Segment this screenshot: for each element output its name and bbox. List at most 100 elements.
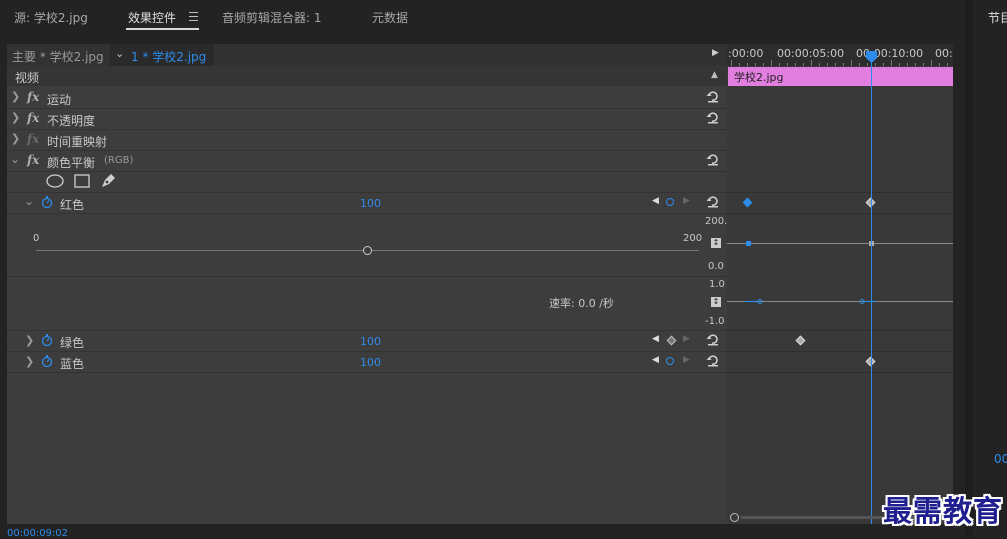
effect-name-opacity: 不透明度	[47, 114, 96, 128]
ruler-tick	[811, 60, 812, 66]
prev-keyframe-icon[interactable]: ◀	[652, 334, 659, 344]
time-ruler[interactable]: :00:00 00:00:05:00 00:00:10:00 00:	[727, 44, 953, 66]
ruler-tick	[851, 60, 852, 66]
reset-icon[interactable]	[706, 355, 720, 367]
chevron-right-icon[interactable]: ❯	[25, 334, 34, 347]
chevron-right-icon[interactable]: ❯	[11, 132, 20, 145]
clip-selector[interactable]: ⌄ 1 * 学校2.jpg	[110, 44, 214, 66]
tab-source[interactable]: 源: 学校2.jpg	[14, 9, 88, 26]
row-divider	[727, 351, 953, 352]
next-keyframe-icon[interactable]: ▶	[683, 196, 690, 206]
collapse-arrow-icon[interactable]: ▲	[711, 70, 718, 80]
chevron-right-icon[interactable]: ❯	[25, 355, 34, 368]
tab-program[interactable]: 节目	[988, 9, 1007, 26]
reset-icon[interactable]	[706, 196, 720, 208]
reset-icon[interactable]	[706, 334, 720, 346]
ruler-tick	[923, 63, 924, 66]
ruler-tick	[779, 63, 780, 66]
graph-fit-button[interactable]: ↕	[711, 297, 721, 307]
effect-list-area: 主要 * 学校2.jpg ⌄ 1 * 学校2.jpg ▶ 视频 ▲ ❯ fx 运…	[7, 44, 734, 524]
keyframe-red-start[interactable]	[742, 197, 753, 208]
chevron-down-icon[interactable]: ⌄	[10, 152, 20, 166]
stopwatch-icon[interactable]	[41, 334, 53, 346]
effect-name-color-balance: 颜色平衡	[47, 156, 96, 170]
ruler-tick	[915, 63, 916, 66]
row-divider	[7, 213, 727, 214]
ruler-tick	[891, 60, 892, 66]
next-keyframe-icon[interactable]: ▶	[683, 334, 690, 344]
ruler-tick	[939, 63, 940, 66]
ruler-tick	[835, 63, 836, 66]
param-row-red[interactable]: ⌄ 红色 100 ◀ ▶	[7, 192, 727, 213]
value-graph-line[interactable]	[727, 243, 953, 244]
prev-keyframe-icon[interactable]: ◀	[652, 355, 659, 365]
row-divider	[7, 276, 727, 277]
ellipse-mask-icon[interactable]	[46, 174, 64, 188]
master-clip-label[interactable]: 主要 * 学校2.jpg	[12, 48, 104, 65]
velocity-handle[interactable]	[745, 298, 765, 305]
param-value-red[interactable]: 100	[360, 197, 381, 210]
ruler-label: 00:	[935, 47, 953, 60]
ruler-label: :00:00	[728, 47, 764, 60]
effect-row-opacity[interactable]: ❯ fx 不透明度	[7, 108, 727, 129]
value-graph-point[interactable]	[746, 241, 751, 246]
stopwatch-icon[interactable]	[41, 196, 53, 208]
param-row-green[interactable]: ❯ 绿色 100 ◀ ▶	[7, 330, 727, 351]
reset-icon[interactable]	[706, 91, 720, 103]
effect-row-motion[interactable]: ❯ fx 运动	[7, 87, 727, 108]
rectangle-mask-icon[interactable]	[74, 174, 90, 188]
effect-row-time-remap[interactable]: ❯ fx 时间重映射	[7, 129, 727, 150]
chevron-right-icon[interactable]: ❯	[11, 111, 20, 124]
add-keyframe-icon[interactable]	[666, 198, 674, 206]
panel-menu-icon[interactable]	[189, 12, 198, 21]
current-timecode[interactable]: 00:00:09:02	[7, 528, 68, 539]
play-triangle-icon[interactable]: ▶	[712, 48, 719, 58]
zoom-scrollbar-handle[interactable]	[730, 513, 739, 522]
slider-min-label: 0	[33, 233, 40, 244]
tab-effect-controls[interactable]: 效果控件	[128, 9, 176, 26]
stopwatch-icon[interactable]	[41, 355, 53, 367]
ruler-tick	[827, 63, 828, 66]
ruler-tick	[795, 63, 796, 66]
tab-audio-clip-mixer[interactable]: 音频剪辑混合器: 1	[222, 9, 322, 26]
ruler-tick	[907, 63, 908, 66]
fx-icon[interactable]: fx	[27, 90, 39, 104]
playhead-handle-icon[interactable]	[865, 50, 878, 64]
watermark-text: 最需教育	[883, 494, 1004, 528]
chevron-down-icon[interactable]: ⌄	[24, 194, 34, 208]
effect-row-color-balance[interactable]: ⌄ fx 颜色平衡 (RGB)	[7, 150, 727, 171]
playhead-line[interactable]	[871, 52, 872, 524]
keyframe-green[interactable]	[795, 335, 806, 346]
graph-value-min: 0.0	[708, 261, 724, 272]
next-keyframe-icon[interactable]: ▶	[683, 355, 690, 365]
param-value-blue[interactable]: 100	[360, 356, 381, 369]
effect-name-motion: 运动	[47, 93, 72, 107]
fx-icon-disabled: fx	[27, 132, 40, 146]
keyframe-timeline[interactable]: :00:00 00:00:05:00 00:00:10:00 00: 学校2.j…	[727, 44, 953, 524]
param-value-green[interactable]: 100	[360, 335, 381, 348]
graph-fit-button[interactable]: ↕	[711, 238, 721, 248]
prev-keyframe-icon[interactable]: ◀	[652, 196, 659, 206]
clip-bar[interactable]: 学校2.jpg	[728, 67, 953, 86]
chevron-right-icon[interactable]: ❯	[11, 90, 20, 103]
add-keyframe-icon[interactable]	[666, 357, 674, 365]
video-section-label: 视频	[15, 71, 40, 85]
program-timecode[interactable]: 00	[994, 452, 1007, 466]
tab-metadata[interactable]: 元数据	[372, 9, 408, 26]
ruler-tick	[731, 60, 732, 66]
row-divider	[727, 213, 953, 214]
row-divider	[7, 372, 727, 373]
red-slider-thumb[interactable]	[362, 246, 372, 255]
ruler-tick	[819, 63, 820, 66]
reset-icon[interactable]	[706, 154, 720, 166]
ruler-tick	[947, 63, 948, 66]
fx-icon[interactable]: fx	[27, 153, 39, 167]
param-row-blue[interactable]: ❯ 蓝色 100 ◀ ▶	[7, 351, 727, 372]
ruler-tick	[763, 63, 764, 66]
fx-icon[interactable]: fx	[27, 111, 39, 125]
reset-icon[interactable]	[706, 112, 720, 124]
row-divider	[727, 372, 953, 373]
pen-mask-icon[interactable]	[100, 173, 116, 189]
velocity-handle[interactable]	[858, 298, 878, 305]
keyframe-diamond-icon[interactable]	[666, 335, 677, 346]
